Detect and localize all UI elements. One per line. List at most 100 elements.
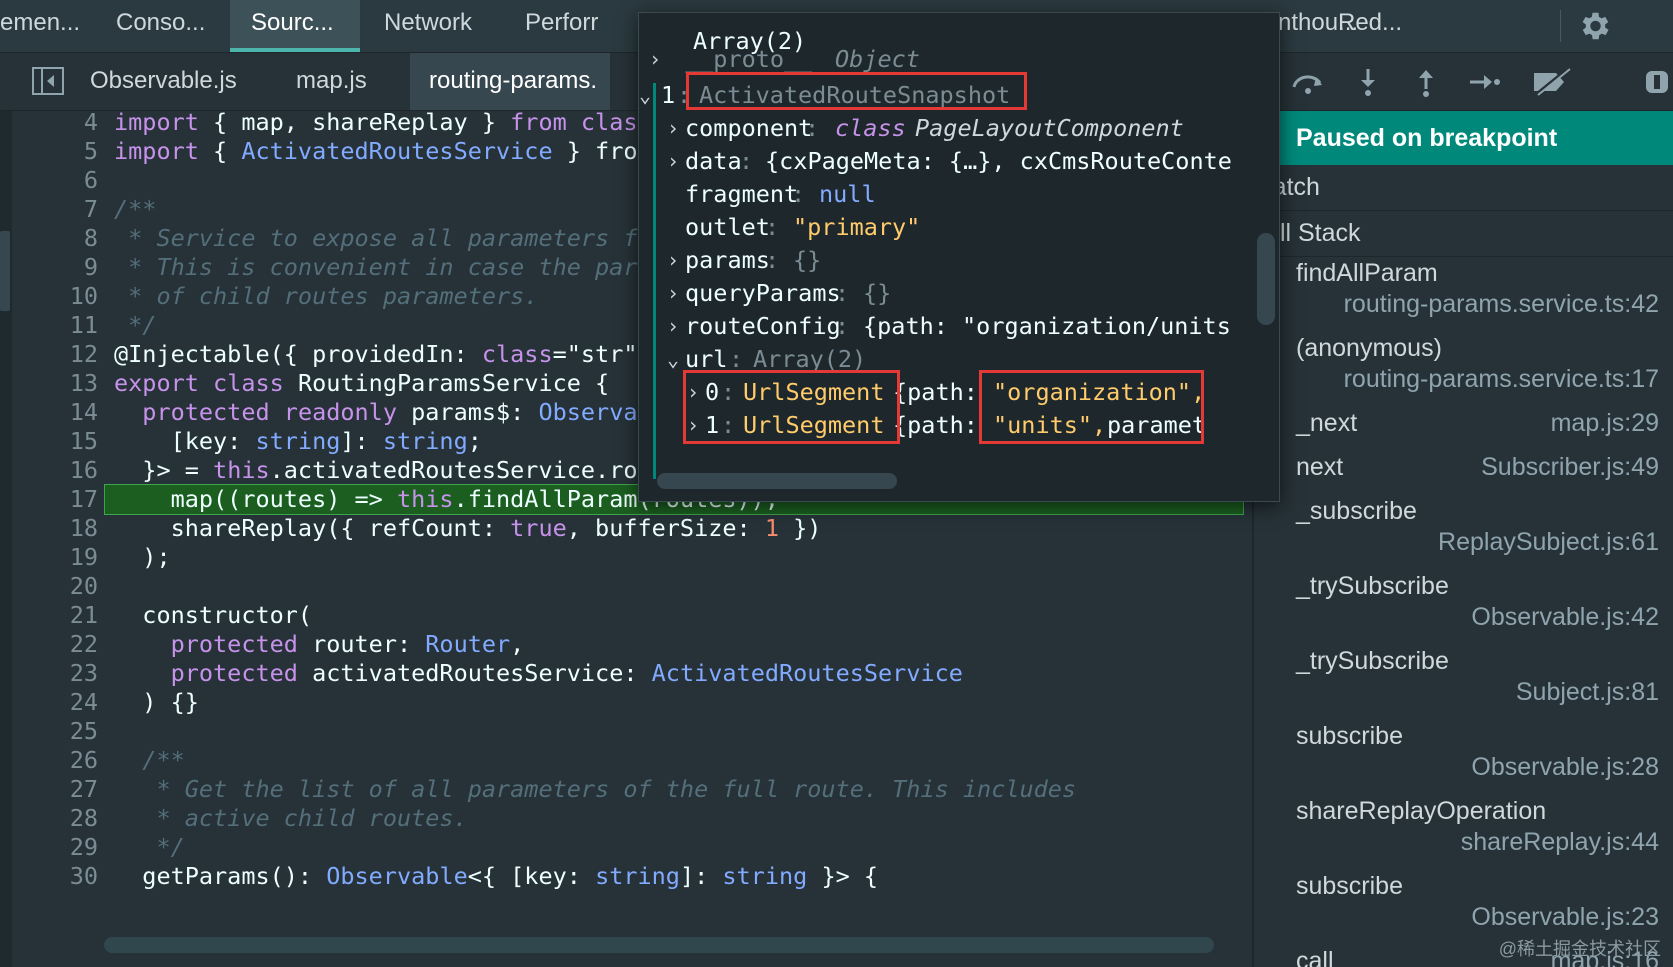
- tab-elements[interactable]: emen...: [0, 0, 82, 52]
- call-frame-location[interactable]: shareReplay.js:44: [1461, 828, 1659, 857]
- call-frame-name[interactable]: shareReplayOperation: [1296, 797, 1546, 826]
- tab-performance[interactable]: Perforr: [525, 0, 599, 52]
- popover-tree-guide: [653, 83, 656, 479]
- line-number[interactable]: 26: [12, 745, 98, 776]
- collapse-arrow-icon[interactable]: ⌄: [667, 343, 683, 376]
- tab-sources[interactable]: Sourc...: [230, 0, 360, 52]
- call-frame-location[interactable]: map.js:29: [1551, 409, 1659, 438]
- popover-horizontal-scrollbar[interactable]: [657, 473, 897, 489]
- line-number[interactable]: 7: [12, 194, 98, 225]
- code-text: */: [114, 833, 185, 861]
- step-out-icon[interactable]: [1408, 67, 1444, 97]
- line-number[interactable]: 17: [12, 484, 98, 515]
- code-line[interactable]: 18 shareReplay({ refCount: true, bufferS…: [12, 513, 1252, 544]
- line-number[interactable]: 8: [12, 223, 98, 254]
- sidebar-toggle-icon[interactable]: [32, 67, 64, 95]
- code-line[interactable]: 28 * active child routes.: [12, 803, 1252, 834]
- line-number[interactable]: 12: [12, 339, 98, 370]
- code-line[interactable]: 24 ) {}: [12, 687, 1252, 718]
- code-line[interactable]: 25: [12, 716, 1252, 747]
- call-frame-location[interactable]: routing-params.service.ts:17: [1344, 365, 1659, 394]
- line-number[interactable]: 4: [12, 111, 98, 138]
- scroll-knob[interactable]: [0, 231, 10, 311]
- expand-arrow-icon[interactable]: ›: [667, 244, 683, 277]
- code-line[interactable]: 20: [12, 571, 1252, 602]
- line-number[interactable]: 25: [12, 716, 98, 747]
- file-tab-map[interactable]: map.js: [296, 53, 367, 110]
- call-frame-location[interactable]: Observable.js:28: [1471, 753, 1659, 782]
- code-line[interactable]: 30 getParams(): Observable<{ [key: strin…: [12, 861, 1252, 892]
- code-line[interactable]: 27 * Get the list of all parameters of t…: [12, 774, 1252, 805]
- line-number[interactable]: 28: [12, 803, 98, 834]
- code-text: * Get the list of all parameters of the …: [114, 775, 1077, 803]
- line-number[interactable]: 21: [12, 600, 98, 631]
- line-number[interactable]: 5: [12, 136, 98, 167]
- call-frame-name[interactable]: (anonymous): [1296, 334, 1442, 363]
- callstack-section-header[interactable]: Call Stack: [1254, 211, 1673, 257]
- file-tab-routing-params[interactable]: routing-params.: [410, 53, 610, 110]
- debugger-toolbar: [1254, 53, 1673, 111]
- call-frame-name[interactable]: _trySubscribe: [1296, 647, 1449, 676]
- object-inspector-popover[interactable]: Array(2) › __proto__ Object ⌄ 1: Activat…: [638, 12, 1280, 502]
- deactivate-breakpoints-icon[interactable]: [1530, 67, 1574, 97]
- line-number[interactable]: 30: [12, 861, 98, 892]
- call-frame-name[interactable]: _next: [1296, 409, 1357, 438]
- line-number[interactable]: 11: [12, 310, 98, 341]
- code-line[interactable]: 19 );: [12, 542, 1252, 573]
- code-line[interactable]: 23 protected activatedRoutesService: Act…: [12, 658, 1252, 689]
- file-tab-observable[interactable]: Observable.js: [90, 53, 237, 110]
- code-line[interactable]: 21 constructor(: [12, 600, 1252, 631]
- call-frame-location[interactable]: ReplaySubject.js:61: [1438, 528, 1659, 557]
- call-frame-name[interactable]: _trySubscribe: [1296, 572, 1449, 601]
- expand-arrow-icon[interactable]: ›: [667, 112, 683, 145]
- expand-arrow-icon[interactable]: ›: [667, 277, 683, 310]
- line-number[interactable]: 15: [12, 426, 98, 457]
- call-frame-name[interactable]: findAllParam: [1296, 259, 1438, 288]
- tab-network[interactable]: Network: [384, 0, 484, 52]
- call-frame-name[interactable]: subscribe: [1296, 722, 1403, 751]
- call-frame-location[interactable]: Observable.js:23: [1471, 903, 1659, 932]
- code-line[interactable]: 29 */: [12, 832, 1252, 863]
- expand-arrow-icon[interactable]: ›: [667, 310, 683, 343]
- step-over-icon[interactable]: [1290, 67, 1326, 97]
- call-frame-location[interactable]: routing-params.service.ts:42: [1344, 290, 1659, 319]
- tab-redux[interactable]: Red...: [1338, 0, 1408, 52]
- step-icon[interactable]: [1466, 67, 1502, 97]
- line-number[interactable]: 16: [12, 455, 98, 486]
- step-into-icon[interactable]: [1350, 67, 1386, 97]
- editor-horizontal-scrollbar[interactable]: [104, 937, 1214, 953]
- popover-vertical-scrollbar[interactable]: [1257, 233, 1275, 325]
- call-frame-name[interactable]: call: [1296, 947, 1334, 967]
- expand-arrow-icon[interactable]: ›: [667, 145, 683, 178]
- call-frame-name[interactable]: subscribe: [1296, 872, 1403, 901]
- code-text: protected readonly params$: Observa: [142, 398, 638, 426]
- line-number[interactable]: 20: [12, 571, 98, 602]
- line-number[interactable]: 9: [12, 252, 98, 283]
- line-number[interactable]: 13: [12, 368, 98, 399]
- code-text: constructor(: [114, 601, 313, 629]
- call-frame-location[interactable]: Subject.js:81: [1516, 678, 1659, 707]
- code-line[interactable]: 26 /**: [12, 745, 1252, 776]
- watch-section-header[interactable]: Watch: [1254, 165, 1673, 211]
- expand-arrow-icon[interactable]: ›: [649, 43, 665, 76]
- line-number[interactable]: 27: [12, 774, 98, 805]
- pause-on-exceptions-icon[interactable]: [1640, 67, 1670, 97]
- collapse-arrow-icon[interactable]: ⌄: [639, 79, 655, 112]
- line-number[interactable]: 14: [12, 397, 98, 428]
- call-frame-name[interactable]: _subscribe: [1296, 497, 1417, 526]
- line-number[interactable]: 24: [12, 687, 98, 718]
- line-number[interactable]: 18: [12, 513, 98, 544]
- code-line[interactable]: 22 protected router: Router,: [12, 629, 1252, 660]
- line-number[interactable]: 22: [12, 629, 98, 660]
- line-number[interactable]: 10: [12, 281, 98, 312]
- code-text: * Service to expose all parameters f: [114, 224, 638, 252]
- tab-console[interactable]: Conso...: [116, 0, 216, 52]
- call-frame-name[interactable]: next: [1296, 453, 1343, 482]
- line-number[interactable]: 23: [12, 658, 98, 689]
- line-number[interactable]: 29: [12, 832, 98, 863]
- line-number[interactable]: 6: [12, 165, 98, 196]
- line-number[interactable]: 19: [12, 542, 98, 573]
- gear-icon[interactable]: [1576, 8, 1612, 44]
- call-frame-location[interactable]: Subscriber.js:49: [1481, 453, 1659, 482]
- call-frame-location[interactable]: Observable.js:42: [1471, 603, 1659, 632]
